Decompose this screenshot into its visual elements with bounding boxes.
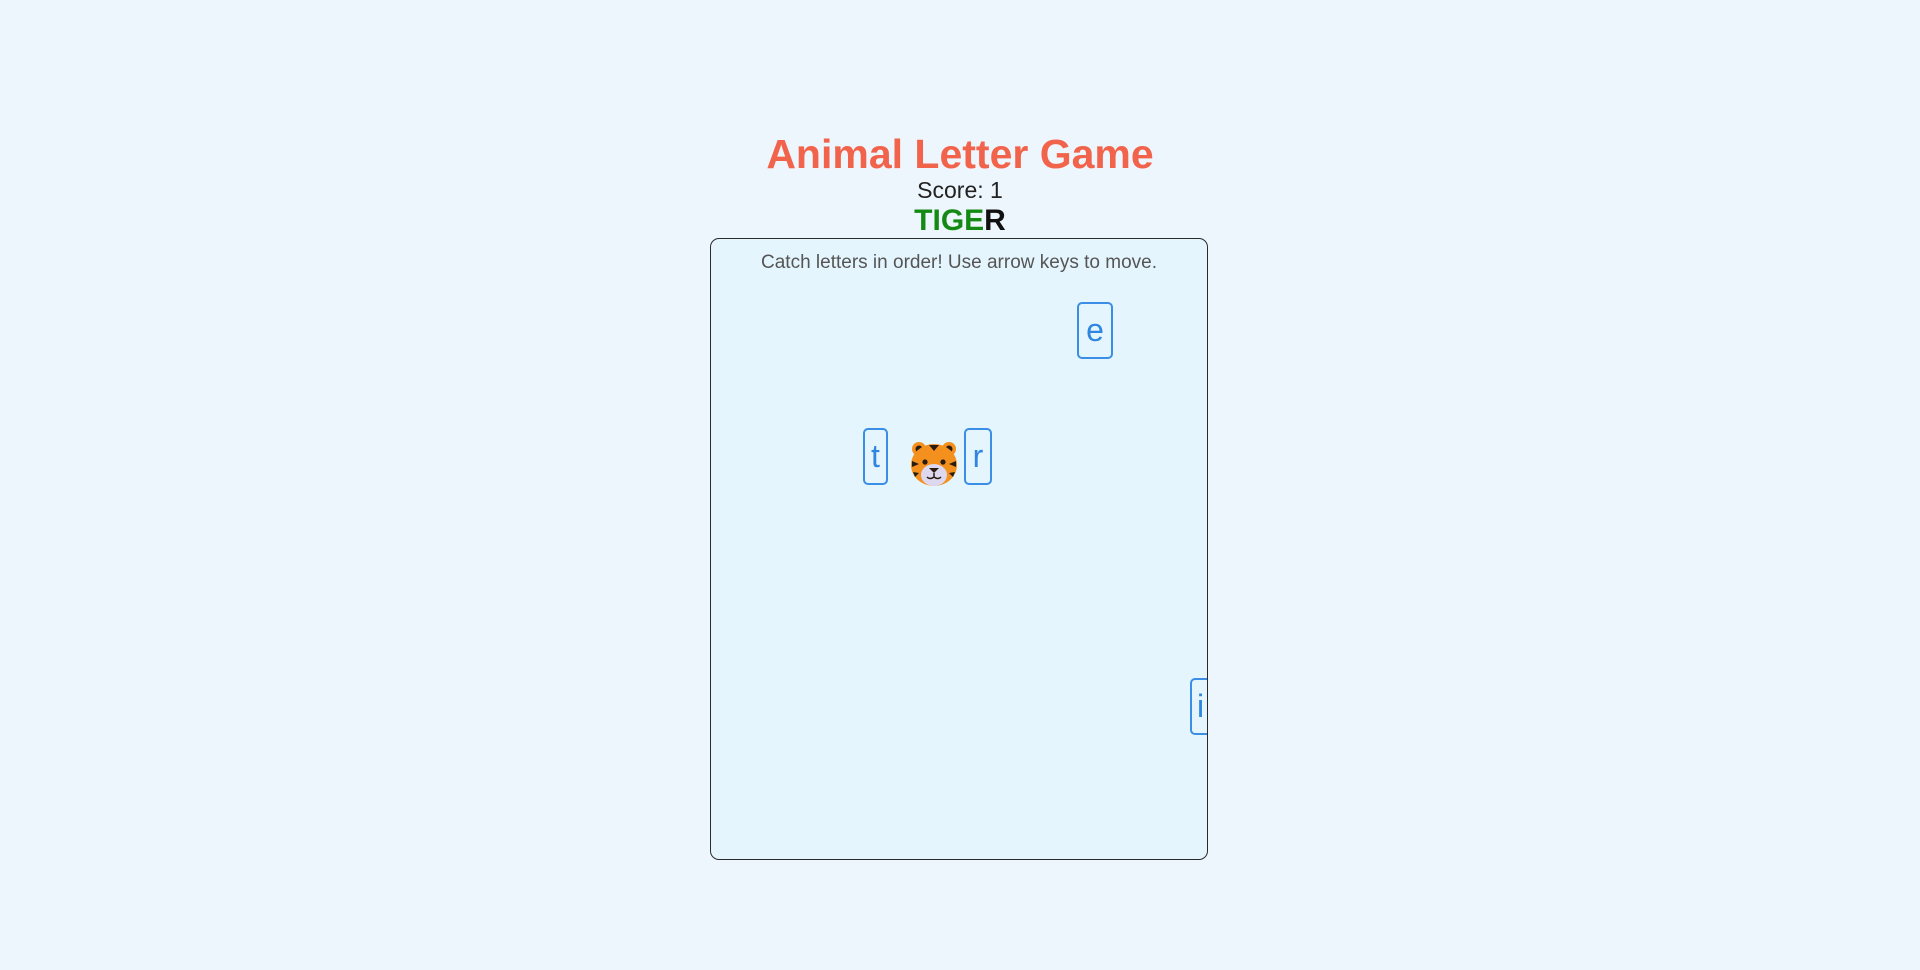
score-display: Score: 1: [917, 177, 1003, 203]
game-title: Animal Letter Game: [766, 131, 1154, 177]
tiger-face-icon: [911, 442, 957, 486]
falling-letter-r: r: [964, 428, 992, 485]
tiger-icon[interactable]: [907, 437, 961, 489]
falling-letter-t: t: [863, 428, 888, 485]
game-page: Animal Letter Game Score: 1 TIGER Catch …: [0, 0, 1920, 970]
game-board[interactable]: Catch letters in order! Use arrow keys t…: [710, 238, 1208, 860]
falling-letter-i: i: [1190, 678, 1207, 735]
falling-letter-e: e: [1077, 302, 1113, 359]
instructions-text: Catch letters in order! Use arrow keys t…: [761, 252, 1157, 273]
target-word: TIGER: [0, 204, 1920, 238]
caught-letters: TIGE: [914, 204, 985, 237]
remaining-letters: R: [984, 204, 1006, 237]
